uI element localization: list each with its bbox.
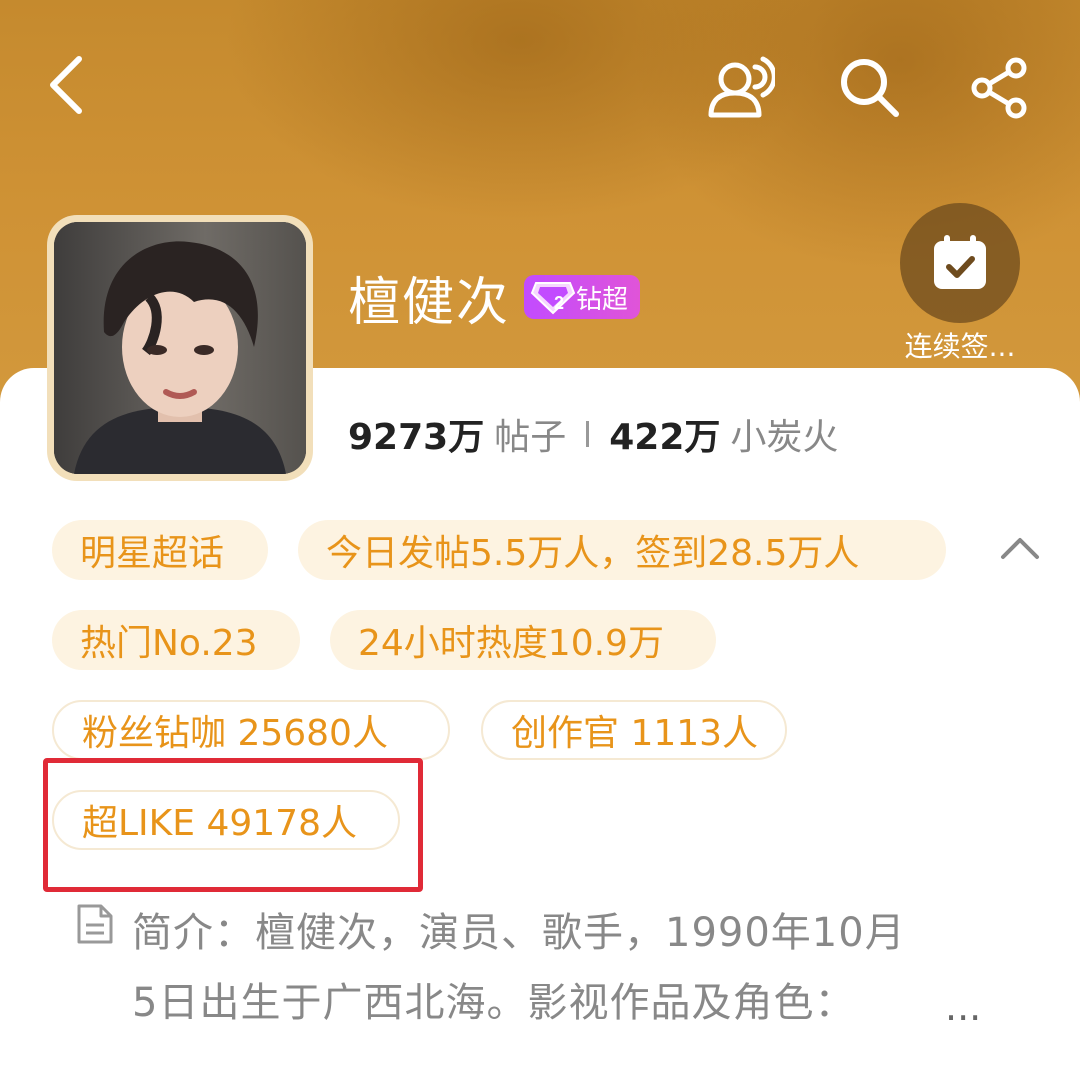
voice-room-button[interactable] <box>700 48 780 128</box>
diamond-badge[interactable]: 2 钻超 <box>524 275 641 319</box>
document-icon <box>77 904 113 944</box>
back-button[interactable] <box>30 45 100 125</box>
intro-more[interactable]: ... <box>945 985 981 1029</box>
avatar-portrait <box>54 222 306 474</box>
checkin-button[interactable] <box>900 203 1020 323</box>
chevron-left-icon <box>50 56 82 114</box>
chip-hot-rank[interactable]: 热门No.23 <box>52 610 300 670</box>
intro-line-2: 5日出生于广西北海。影视作品及角色： <box>132 980 856 1026</box>
posts-label: 帖子 <box>494 417 567 458</box>
chip-category[interactable]: 明星超话 <box>52 520 268 580</box>
badge-level: 2 <box>554 293 564 313</box>
highlight-box <box>43 758 423 892</box>
avatar[interactable] <box>54 222 306 474</box>
fans-label: 小炭火 <box>730 417 839 458</box>
search-button[interactable] <box>830 48 910 128</box>
share-icon <box>971 57 1027 119</box>
page-title: 檀健次 <box>348 272 511 333</box>
stats-row: 9273万 帖子 422万 小炭火 <box>348 408 838 460</box>
intro-line-1: 简介：檀健次，演员、歌手，1990年10月 <box>132 910 906 956</box>
avatar-frame <box>47 215 313 481</box>
fans-count: 422万 <box>609 417 721 458</box>
share-button[interactable] <box>960 48 1040 128</box>
calendar-check-icon <box>934 235 986 289</box>
diamond-icon: 2 <box>530 282 576 315</box>
chip-heat[interactable]: 24小时热度10.9万 <box>330 610 716 670</box>
checkin-label: 连续签... <box>904 330 1016 363</box>
chip-creator[interactable]: 创作官 1113人 <box>481 700 787 760</box>
chevron-up-icon[interactable] <box>995 525 1045 570</box>
chip-fan-diamond[interactable]: 粉丝钻咖 25680人 <box>52 700 450 760</box>
stats-divider <box>586 421 590 447</box>
voice-room-icon <box>708 56 775 118</box>
chip-daily-activity[interactable]: 今日发帖5.5万人，签到28.5万人 <box>298 520 946 580</box>
search-icon <box>841 59 899 117</box>
badge-label: 钻超 <box>576 284 629 315</box>
posts-count: 9273万 <box>348 417 485 458</box>
title-row: 檀健次 2 钻超 <box>348 262 641 333</box>
